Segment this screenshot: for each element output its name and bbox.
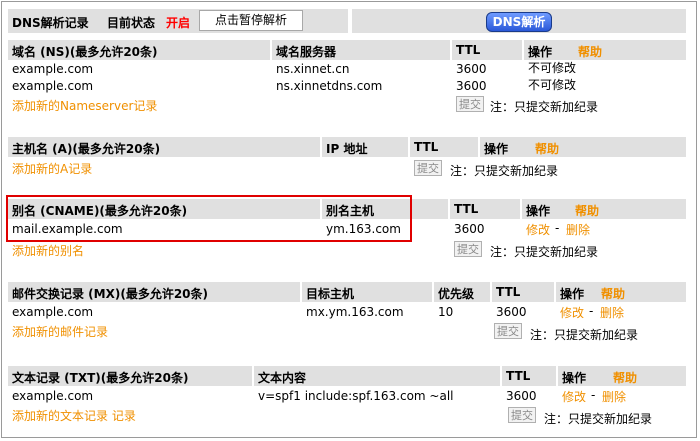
pause-resolution-button[interactable]: 点击暂停解析 <box>199 10 303 31</box>
a-note: 注：只提交新加纪录 <box>450 164 559 178</box>
ns-col-server: 域名服务器 <box>276 45 337 59</box>
cname-highlight-box <box>6 195 412 242</box>
mx-edit-link[interactable]: 修改 <box>560 304 584 321</box>
mx-op-separator: - <box>589 304 594 318</box>
dns-resolve-button[interactable]: DNS解析 <box>486 12 552 32</box>
mx-col-priority: 优先级 <box>438 287 475 301</box>
txt-row-ttl: 3600 <box>506 389 537 403</box>
mx-row-host: mx.ym.163.com <box>306 305 404 319</box>
txt-add-link[interactable]: 添加新的文本记录 记录 <box>12 407 136 424</box>
txt-help-link[interactable]: 帮助 <box>613 369 637 386</box>
cname-op-separator: - <box>555 221 560 235</box>
a-add-link[interactable]: 添加新的A记录 <box>12 160 92 177</box>
txt-col-record: 文本记录 (TXT)(最多允许20条) <box>12 371 189 385</box>
txt-row-domain: example.com <box>12 389 94 403</box>
a-col-ip: IP 地址 <box>326 142 368 156</box>
mx-help-link[interactable]: 帮助 <box>601 285 625 302</box>
ns-row2-ttl: 3600 <box>456 79 487 93</box>
a-header-op <box>480 137 686 157</box>
ns-add-link[interactable]: 添加新的Nameserver记录 <box>12 97 157 114</box>
txt-edit-link[interactable]: 修改 <box>562 388 586 405</box>
cname-edit-link[interactable]: 修改 <box>526 221 550 238</box>
mx-submit-button[interactable]: 提交 <box>494 323 522 339</box>
a-submit-button[interactable]: 提交 <box>414 160 442 176</box>
status-label: 目前状态 <box>107 16 156 30</box>
cname-help-link[interactable]: 帮助 <box>575 202 599 219</box>
txt-col-op: 操作 <box>562 371 587 385</box>
mx-row-priority: 10 <box>438 305 454 319</box>
cname-delete-link[interactable]: 删除 <box>566 221 590 238</box>
txt-delete-link[interactable]: 删除 <box>602 388 626 405</box>
ns-note: 注：只提交新加纪录 <box>490 100 599 114</box>
a-help-link[interactable]: 帮助 <box>535 140 559 157</box>
ns-col-domain: 域名 (NS)(最多允许20条) <box>12 45 158 59</box>
txt-op-separator: - <box>591 388 596 402</box>
mx-col-op: 操作 <box>560 287 585 301</box>
page-title: DNS解析记录 <box>12 16 89 30</box>
ns-row2-domain: example.com <box>12 79 94 93</box>
txt-submit-button[interactable]: 提交 <box>508 407 536 423</box>
ns-submit-button[interactable]: 提交 <box>456 96 484 112</box>
mx-row-domain: example.com <box>12 305 94 319</box>
cname-col-op: 操作 <box>526 204 551 218</box>
ns-row1-op: 不可修改 <box>528 61 577 75</box>
cname-note: 注：只提交新加纪录 <box>490 245 599 259</box>
ns-row1-domain: example.com <box>12 62 94 76</box>
ns-row1-server: ns.xinnet.cn <box>276 62 350 76</box>
ns-row1-ttl: 3600 <box>456 62 487 76</box>
a-col-op: 操作 <box>484 142 509 156</box>
mx-row-ttl: 3600 <box>496 305 527 319</box>
cname-submit-button[interactable]: 提交 <box>454 241 482 257</box>
ns-col-op: 操作 <box>528 45 553 59</box>
cname-col-ttl: TTL <box>454 202 479 216</box>
a-col-ttl: TTL <box>414 140 439 154</box>
a-col-host: 主机名 (A)(最多允许20条) <box>12 142 161 156</box>
mx-delete-link[interactable]: 删除 <box>600 304 624 321</box>
txt-col-content: 文本内容 <box>258 371 307 385</box>
ns-row2-op: 不可修改 <box>528 78 577 92</box>
mx-col-ttl: TTL <box>496 285 521 299</box>
cname-add-link[interactable]: 添加新的别名 <box>12 242 84 259</box>
mx-add-link[interactable]: 添加新的邮件记录 <box>12 323 108 340</box>
txt-col-ttl: TTL <box>506 369 531 383</box>
status-value: 开启 <box>166 16 191 30</box>
txt-row-content: v=spf1 include:spf.163.com ~all <box>258 389 454 403</box>
txt-note: 注：只提交新加纪录 <box>544 412 653 426</box>
mx-col-record: 邮件交换记录 (MX)(最多允许20条) <box>12 287 209 301</box>
ns-col-ttl: TTL <box>456 43 481 57</box>
ns-row2-server: ns.xinnetdns.com <box>276 79 383 93</box>
cname-row-ttl: 3600 <box>454 222 485 236</box>
mx-note: 注：只提交新加纪录 <box>530 328 639 342</box>
mx-col-host: 目标主机 <box>306 287 355 301</box>
ns-help-link[interactable]: 帮助 <box>578 43 602 60</box>
